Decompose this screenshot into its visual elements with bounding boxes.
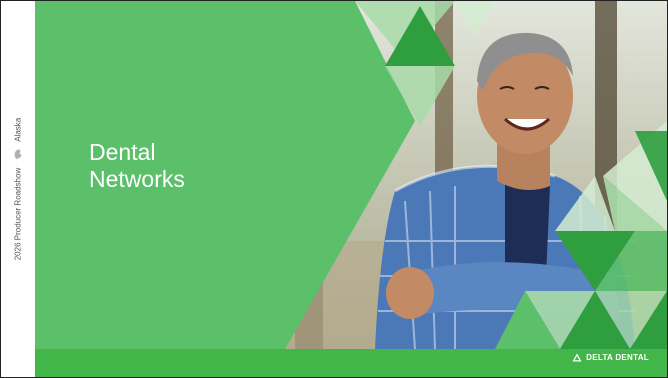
side-label: 2026 Producer Roadshow Alaska (14, 118, 23, 261)
alaska-map-icon (14, 149, 22, 160)
delta-triangle-icon (572, 353, 582, 362)
logo-text: DELTA DENTAL (586, 353, 649, 362)
slide-title: Dental Networks (89, 139, 185, 193)
delta-dental-logo: DELTA DENTAL (572, 353, 649, 362)
presentation-slide: 2026 Producer Roadshow Alaska Dental Net… (0, 0, 668, 378)
side-rail: 2026 Producer Roadshow Alaska (1, 1, 35, 377)
title-line-1: Dental (89, 139, 156, 165)
side-label-event: 2026 Producer Roadshow (13, 167, 23, 261)
title-line-2: Networks (89, 166, 185, 192)
side-label-region: Alaska (13, 117, 23, 142)
